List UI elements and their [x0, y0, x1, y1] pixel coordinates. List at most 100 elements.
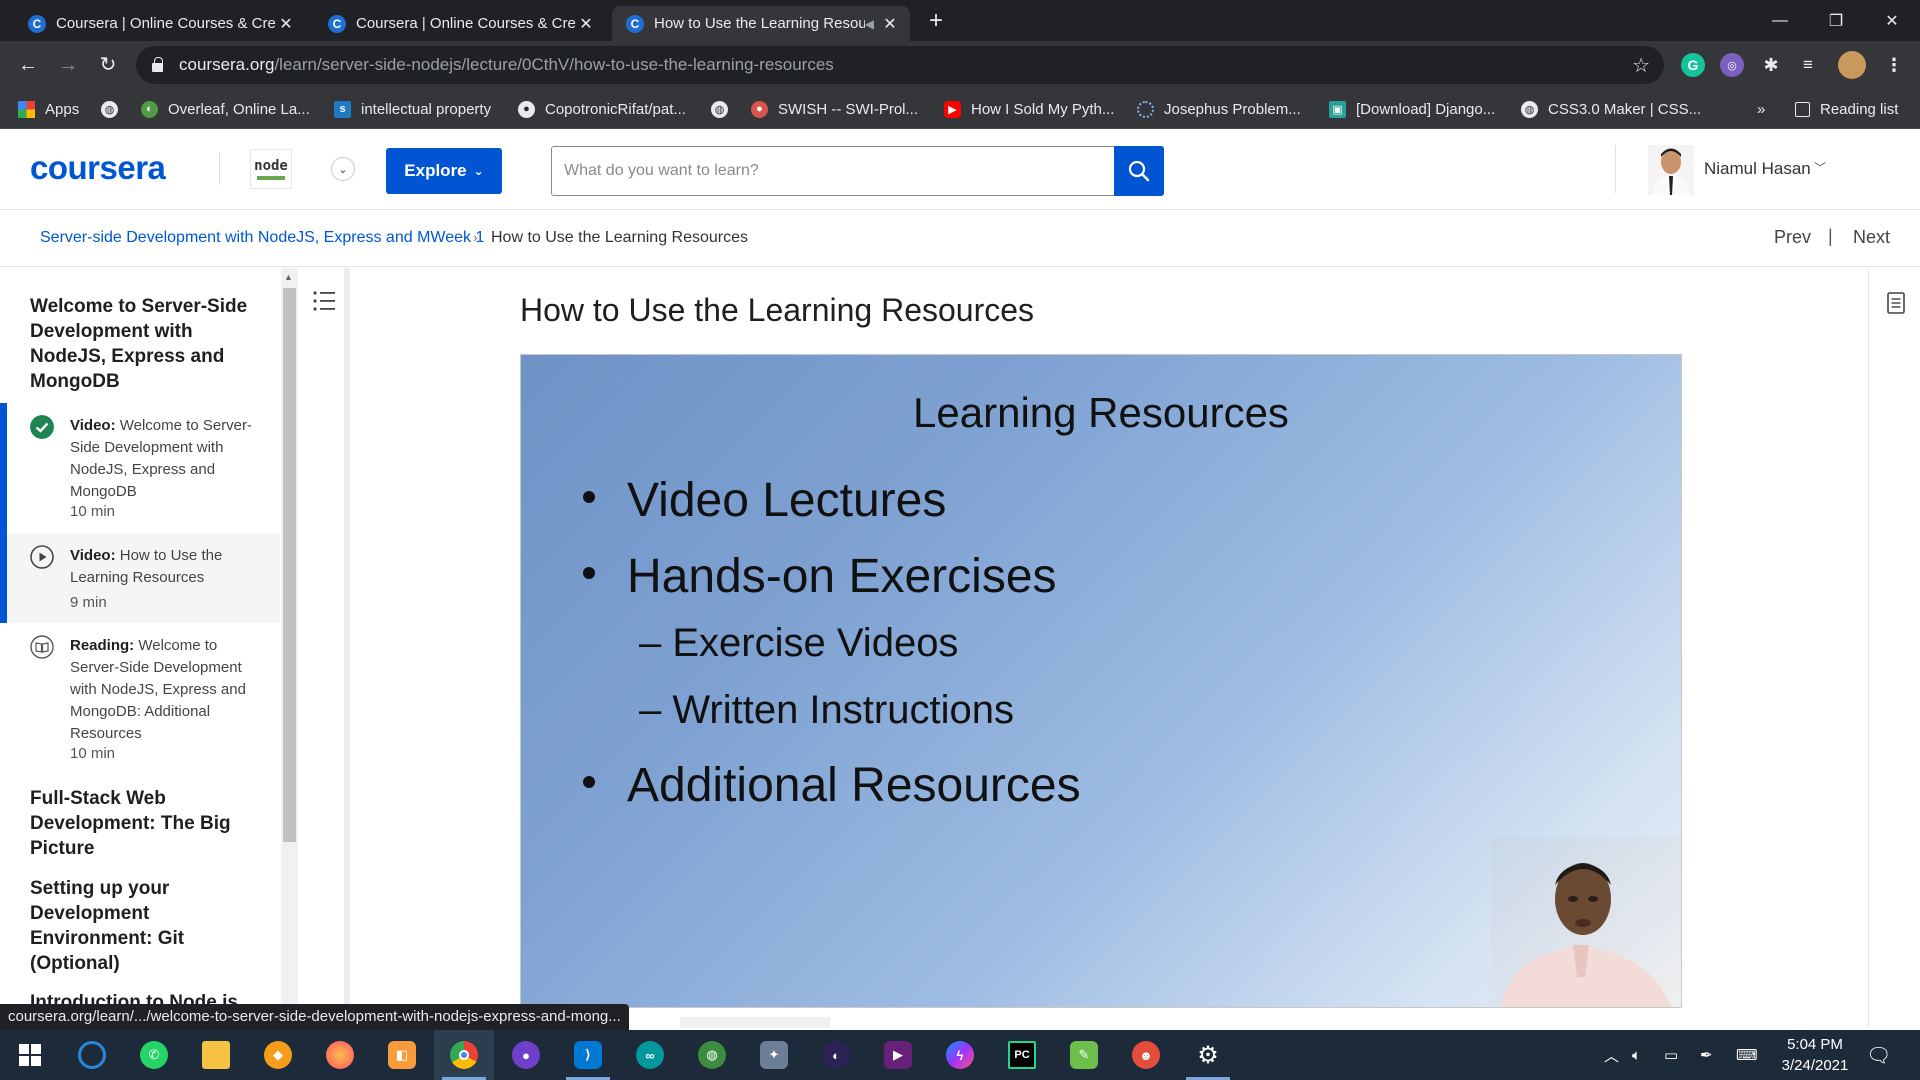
search-input[interactable] — [564, 147, 1104, 195]
scroll-up-arrow-icon[interactable]: ▲ — [284, 272, 293, 282]
bookmark-label: intellectual property — [361, 100, 492, 118]
network-icon[interactable]: ▭ — [1664, 1030, 1678, 1080]
next-button[interactable]: Next — [1853, 227, 1890, 248]
taskbar-app-globe[interactable]: ◍ — [682, 1030, 742, 1080]
grammarly-extension-icon[interactable]: G — [1681, 53, 1705, 77]
coursera-favicon-icon: C — [328, 14, 346, 33]
bookmark-swish[interactable]: ● SWISH -- SWI-Prol... — [751, 89, 918, 129]
bookmark-label: Apps — [45, 100, 80, 118]
browser-tab[interactable]: C Coursera | Online Courses & Credential… — [314, 6, 606, 41]
taskbar-app-satellite[interactable]: ✦ — [744, 1030, 804, 1080]
taskbar-app-sublime[interactable]: ◧ — [372, 1030, 432, 1080]
taskbar-app-search[interactable] — [62, 1030, 122, 1080]
bookmark-josephus[interactable]: Josephus Problem... — [1137, 89, 1301, 129]
taskbar-app-github[interactable]: ● — [496, 1030, 556, 1080]
browser-tab-active[interactable]: C How to Use the Learning Resources ◀ ✕ — [612, 6, 910, 41]
notifications-icon[interactable]: 🗨︎ — [1866, 1030, 1891, 1080]
reading-list-button[interactable]: Reading list — [1795, 89, 1898, 129]
video-player[interactable]: Learning Resources Video Lectures Hands-… — [520, 354, 1682, 1008]
browser-menu-icon[interactable]: ⋮ — [1882, 53, 1906, 77]
close-tab-icon[interactable]: ✕ — [576, 14, 596, 34]
speaker-icon[interactable]: ◀ — [865, 17, 874, 31]
partner-logo[interactable]: node — [250, 149, 292, 189]
bookmark-overleaf[interactable]: ◐ Overleaf, Online La... — [141, 89, 310, 129]
clock-date: 3/24/2021 — [1781, 1057, 1849, 1074]
taskbar-app-eclipse[interactable]: ◐ — [806, 1030, 866, 1080]
url-bar[interactable]: coursera.org/learn/server-side-nodejs/le… — [136, 46, 1664, 84]
breadcrumb-course-link[interactable]: Server-side Development with NodeJS, Exp… — [40, 229, 484, 247]
tray-chevron-up-icon[interactable]: ︿ — [1604, 1030, 1619, 1080]
reload-icon[interactable]: ↻ — [94, 51, 122, 79]
close-tab-icon[interactable]: ✕ — [276, 14, 296, 34]
taskbar-app-messenger[interactable]: ϟ — [930, 1030, 990, 1080]
bookmark-label: [Download] Django... — [1356, 100, 1496, 118]
youtube-icon: ▶ — [944, 100, 961, 118]
extension-icon[interactable]: ◎ — [1720, 53, 1744, 77]
taskbar-app-whatsapp[interactable]: ✆ — [124, 1030, 184, 1080]
keyboard-icon[interactable]: ⌨ — [1736, 1030, 1758, 1080]
bookmark-github[interactable]: ● CopotronicRifat/pat... — [518, 89, 686, 129]
browser-tab[interactable]: C Coursera | Online Courses & Credential… — [14, 6, 306, 41]
chevron-down-icon[interactable]: ﹀ — [1814, 159, 1826, 176]
lock-icon[interactable] — [152, 56, 163, 72]
prev-button[interactable]: Prev — [1774, 227, 1811, 248]
coursera-logo[interactable]: coursera — [30, 149, 166, 187]
close-tab-icon[interactable]: ✕ — [880, 14, 900, 34]
video-transcript-tab[interactable] — [680, 1017, 830, 1028]
user-avatar[interactable] — [1648, 145, 1694, 195]
breadcrumb-current: How to Use the Learning Resources — [491, 229, 749, 246]
pen-icon[interactable]: ✒ — [1700, 1030, 1713, 1080]
bookmarks-overflow-button[interactable]: » — [1757, 89, 1765, 129]
taskbar-app-notepad[interactable]: ✎ — [1054, 1030, 1114, 1080]
media-control-icon[interactable]: ≡ — [1796, 53, 1820, 77]
explore-button[interactable]: Explore ⌄ — [386, 148, 502, 194]
sidebar-item-reading[interactable]: Reading: Welcome to Server-Side Developm… — [0, 623, 280, 768]
minimize-icon[interactable]: — — [1752, 0, 1808, 41]
bookmark-globe[interactable]: ◍ — [711, 89, 738, 129]
transcript-document-icon[interactable] — [1887, 292, 1905, 314]
bookmark-star-icon[interactable]: ☆ — [1632, 53, 1650, 78]
sidebar-item-video[interactable]: Video: Welcome to Server-Side Developmen… — [0, 403, 280, 533]
taskbar-app-arduino[interactable]: ∞ — [620, 1030, 680, 1080]
vscode-icon: ⟩ — [574, 1041, 602, 1069]
back-arrow-icon[interactable]: ← — [14, 51, 42, 79]
taskbar-clock[interactable]: 5:04 PM 3/24/2021 — [1770, 1034, 1860, 1076]
close-window-icon[interactable]: ✕ — [1864, 0, 1920, 41]
list-toggle-icon[interactable] — [312, 290, 336, 312]
volume-icon[interactable]: 🔈︎ — [1632, 1030, 1641, 1080]
taskbar-app-visual-studio[interactable]: ▶ — [868, 1030, 928, 1080]
bookmark-django[interactable]: ▣ [Download] Django... — [1329, 89, 1495, 129]
taskbar-app-chrome[interactable] — [434, 1030, 494, 1080]
taskbar-app-explorer[interactable] — [186, 1030, 246, 1080]
forward-arrow-icon[interactable]: → — [54, 51, 82, 79]
item-type: Video: — [70, 417, 116, 434]
section-title[interactable]: Full-Stack Web Development: The Big Pict… — [30, 786, 260, 861]
restore-icon[interactable]: ❐ — [1808, 0, 1864, 41]
breadcrumb: Server-side Development with NodeJS, Exp… — [0, 211, 1920, 267]
sidebar-scrollbar-thumb[interactable] — [283, 288, 296, 842]
partner-menu-chevron-icon[interactable]: ⌄ — [331, 157, 355, 181]
puzzle-extensions-icon[interactable]: ✱ — [1759, 53, 1783, 77]
taskbar-app-settings[interactable]: ⚙ — [1178, 1030, 1238, 1080]
taskbar-app-privacy[interactable]: ◆ — [248, 1030, 308, 1080]
bookmark-css3[interactable]: ◍ CSS3.0 Maker | CSS... — [1521, 89, 1701, 129]
search-button[interactable] — [1114, 146, 1164, 196]
bookmark-youtube[interactable]: ▶ How I Sold My Pyth... — [944, 89, 1114, 129]
user-name[interactable]: Niamul Hasan — [1704, 159, 1811, 179]
new-tab-button[interactable]: + — [922, 8, 950, 36]
taskbar-app-pycharm[interactable]: PC — [992, 1030, 1052, 1080]
bookmark-apps[interactable]: Apps — [18, 89, 79, 129]
section-title[interactable]: Welcome to Server-Side Development with … — [30, 294, 260, 394]
breadcrumb-course[interactable]: Server-side Development with NodeJS, Exp… — [40, 229, 430, 246]
bookmark-scribd[interactable]: s intellectual property — [334, 89, 491, 129]
sidebar-item-video-current[interactable]: Video: How to Use the Learning Resources… — [0, 533, 280, 623]
taskbar-app-firefox[interactable] — [310, 1030, 370, 1080]
section-title[interactable]: Setting up your Development Environment:… — [30, 876, 260, 976]
windows-start-button[interactable] — [0, 1030, 60, 1080]
notes-column — [1868, 268, 1920, 1028]
page-title: How to Use the Learning Resources — [520, 292, 1035, 328]
taskbar-app-game[interactable]: ☻ — [1116, 1030, 1176, 1080]
profile-avatar[interactable] — [1838, 51, 1866, 79]
taskbar-app-vscode[interactable]: ⟩ — [558, 1030, 618, 1080]
bookmark-globe[interactable]: ◍ — [101, 89, 128, 129]
